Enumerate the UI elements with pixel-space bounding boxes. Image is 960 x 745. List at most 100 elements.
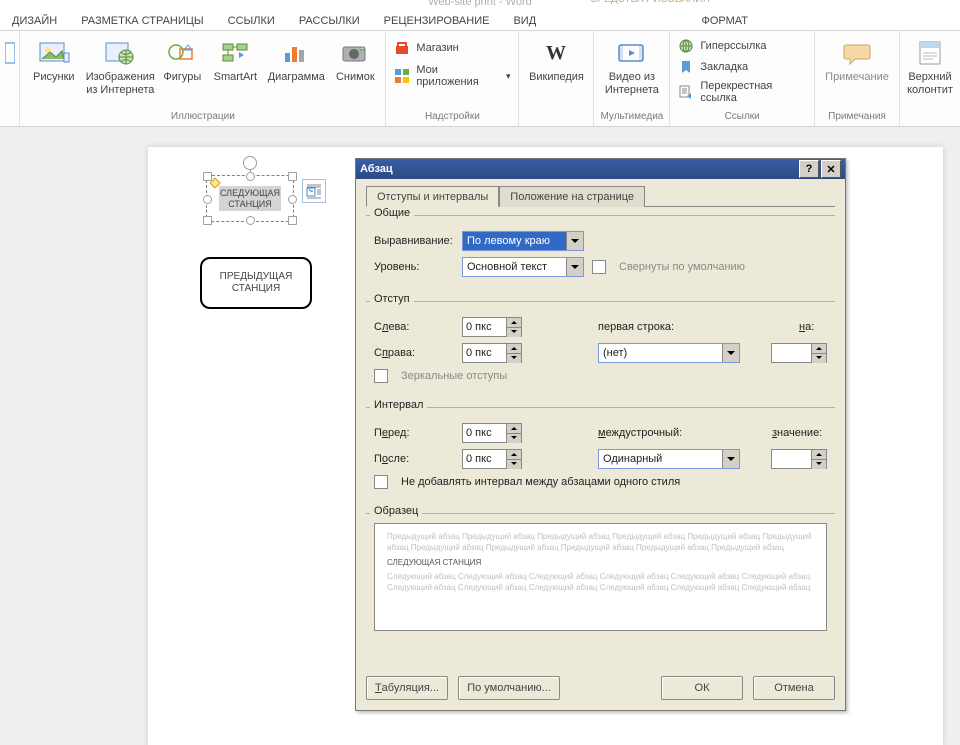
tab-view[interactable]: ВИД <box>501 12 548 30</box>
layout-options-button[interactable] <box>302 179 326 203</box>
ok-button[interactable]: ОК <box>661 676 743 700</box>
no-space-same-style-checkbox[interactable] <box>374 475 388 489</box>
spin-up[interactable] <box>507 318 521 328</box>
close-button[interactable]: ✕ <box>821 160 841 178</box>
selected-shape[interactable]: СЛЕДУЮЩАЯ СТАНЦИЯ <box>206 175 294 222</box>
tab-design[interactable]: ДИЗАЙН <box>0 12 69 30</box>
tab-layout[interactable]: РАЗМЕТКА СТРАНИЦЫ <box>69 12 215 30</box>
dialog-title: Абзац <box>360 163 393 175</box>
tables-button-partial[interactable] <box>3 35 17 69</box>
tabs-button[interactable]: Табуляция... <box>366 676 448 700</box>
wikipedia-label: Википедия <box>529 71 584 84</box>
alignment-combo[interactable]: По левому краю <box>462 231 584 251</box>
tab-page-position[interactable]: Положение на странице <box>499 186 645 207</box>
level-value: Основной текст <box>463 261 566 273</box>
spin-down[interactable] <box>812 354 826 363</box>
myapps-button[interactable]: Мои приложения ▾ <box>392 63 512 89</box>
space-before-value: 0 пкс <box>463 427 506 439</box>
bookmark-button[interactable]: Закладка <box>676 58 750 76</box>
comment-button[interactable]: Примечание <box>821 35 893 84</box>
indent-right-spinner[interactable]: 0 пкс <box>462 343 522 363</box>
shape-2[interactable]: ПРЕДЫДУЩАЯ СТАНЦИЯ <box>200 257 312 309</box>
spin-down[interactable] <box>507 354 521 363</box>
collapsed-checkbox <box>592 260 606 274</box>
tab-mailings[interactable]: РАССЫЛКИ <box>287 12 372 30</box>
wikipedia-button[interactable]: W Википедия <box>525 35 587 84</box>
rotate-handle[interactable] <box>243 156 257 170</box>
tab-indents-spacing[interactable]: Отступы и интервалы <box>366 186 499 207</box>
dialog-titlebar[interactable]: Абзац ? ✕ <box>356 159 845 179</box>
indent-left-value: 0 пкс <box>463 321 506 333</box>
group-addins-label: Надстройки <box>392 109 512 126</box>
online-pictures-button[interactable]: Изображения из Интернета <box>85 35 155 96</box>
space-after-value: 0 пкс <box>463 453 506 465</box>
spin-up[interactable] <box>507 344 521 354</box>
hyperlink-label: Гиперссылка <box>700 40 766 52</box>
tab-references[interactable]: ССЫЛКИ <box>216 12 287 30</box>
chart-button[interactable]: Диаграмма <box>265 35 327 84</box>
indent-left-spinner[interactable]: 0 пкс <box>462 317 522 337</box>
preview-previous: Предыдущий абзац Предыдущий абзац Предыд… <box>387 532 814 554</box>
space-after-spinner[interactable]: 0 пкс <box>462 449 522 469</box>
pictures-button[interactable]: Рисунки <box>26 35 81 84</box>
group-spacing-label: Интервал <box>370 399 427 411</box>
spin-up[interactable] <box>812 450 826 460</box>
hyperlink-icon <box>678 38 694 54</box>
screenshot-button[interactable]: + Снимок <box>331 35 379 84</box>
hyperlink-button[interactable]: Гиперссылка <box>676 37 768 55</box>
spin-down[interactable] <box>507 434 521 443</box>
resize-handle[interactable] <box>246 172 255 181</box>
resize-handle[interactable] <box>288 216 297 225</box>
resize-handle[interactable] <box>203 216 212 225</box>
spin-up[interactable] <box>507 450 521 460</box>
resize-handle[interactable] <box>203 172 212 181</box>
layout-options-icon <box>305 182 323 200</box>
contextual-tab-label: СРЕДСТВА РИСОВАНИЯ <box>585 0 715 5</box>
online-pictures-label: Изображения из Интернета <box>86 71 155 96</box>
outline-level-combo[interactable]: Основной текст <box>462 257 584 277</box>
dialog-buttons: Табуляция... По умолчанию... ОК Отмена <box>366 676 835 700</box>
screenshot-icon: + <box>339 37 371 69</box>
video-icon <box>616 37 648 69</box>
spin-down[interactable] <box>507 328 521 337</box>
resize-handle[interactable] <box>246 216 255 225</box>
spin-up[interactable] <box>507 424 521 434</box>
first-line-value: (нет) <box>599 347 722 359</box>
spin-up[interactable] <box>812 344 826 354</box>
space-before-spinner[interactable]: 0 пкс <box>462 423 522 443</box>
spin-down[interactable] <box>507 460 521 469</box>
first-line-combo[interactable]: (нет) <box>598 343 740 363</box>
space-before-label: Перед: <box>374 427 454 439</box>
header-button[interactable]: Верхний колонтит <box>906 35 954 96</box>
resize-handle[interactable] <box>288 195 297 204</box>
group-preview: Образец Предыдущий абзац Предыдущий абза… <box>366 513 835 639</box>
tab-format[interactable]: ФОРМАТ <box>690 12 761 30</box>
collapsed-label: Свернуты по умолчанию <box>619 261 745 273</box>
tab-review[interactable]: РЕЦЕНЗИРОВАНИЕ <box>372 12 502 30</box>
resize-handle[interactable] <box>203 195 212 204</box>
at-spinner[interactable] <box>771 449 827 469</box>
smartart-button[interactable]: SmartArt <box>209 35 261 84</box>
set-default-button[interactable]: По умолчанию... <box>458 676 560 700</box>
indent-right-value: 0 пкс <box>463 347 506 359</box>
indent-right-label: Справа: <box>374 347 454 359</box>
resize-handle[interactable] <box>288 172 297 181</box>
crossref-button[interactable]: Перекрестная ссылка <box>676 79 808 105</box>
mirror-indents-label: Зеркальные отступы <box>401 370 507 382</box>
preview-next: Следующий абзац Следующий абзац Следующи… <box>387 572 814 594</box>
first-line-label: первая строка: <box>598 321 698 333</box>
alignment-label: Выравнивание: <box>374 235 454 247</box>
shapes-button[interactable]: Фигуры <box>159 35 205 84</box>
by-spinner[interactable] <box>771 343 827 363</box>
chevron-down-icon <box>566 232 583 250</box>
group-general: Общие Выравнивание: По левому краю Урове… <box>366 215 835 291</box>
help-button[interactable]: ? <box>799 160 819 178</box>
line-spacing-combo[interactable]: Одинарный <box>598 449 740 469</box>
smartart-label: SmartArt <box>214 71 257 84</box>
shape-text[interactable]: СЛЕДУЮЩАЯ СТАНЦИЯ <box>219 186 281 212</box>
spin-down[interactable] <box>812 460 826 469</box>
group-header-label <box>906 120 954 126</box>
online-video-button[interactable]: Видео из Интернета <box>602 35 662 96</box>
store-button[interactable]: Магазин <box>392 39 460 57</box>
cancel-button[interactable]: Отмена <box>753 676 835 700</box>
